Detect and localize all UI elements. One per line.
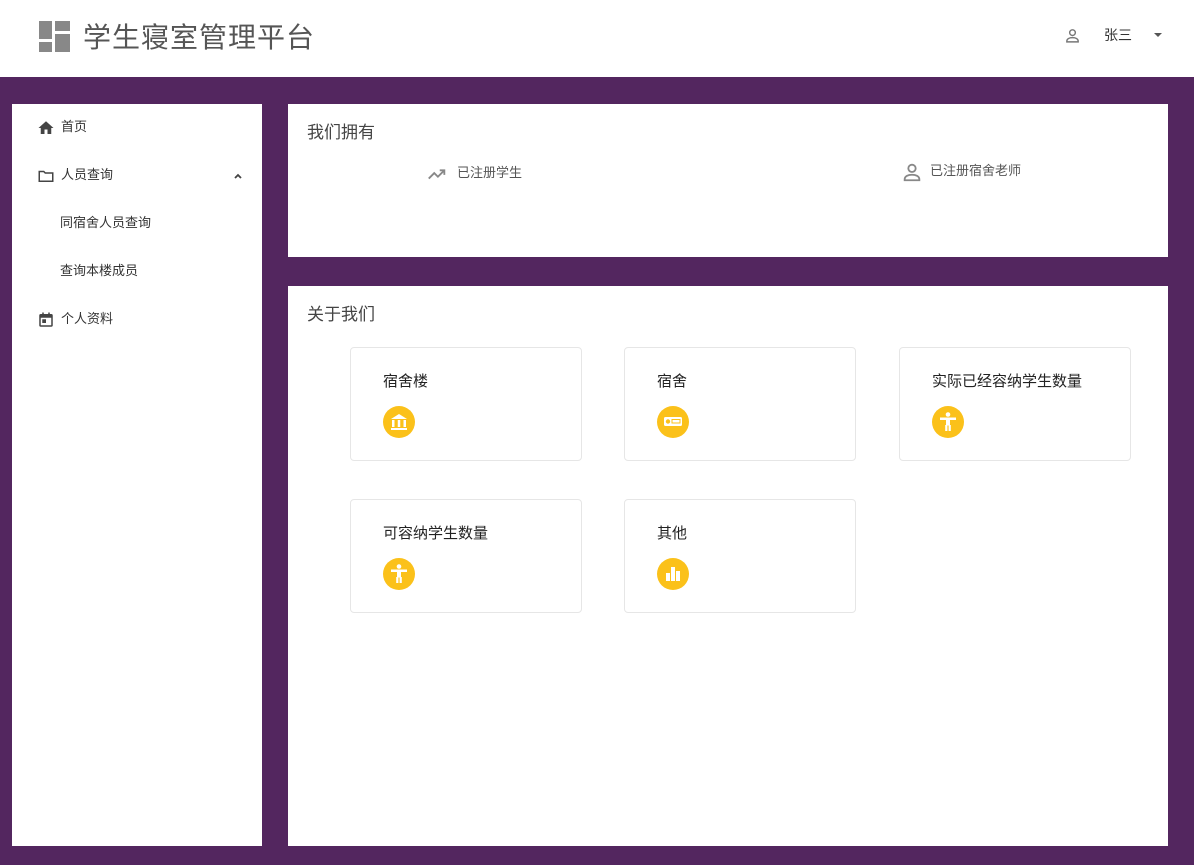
dashboard-logo-icon <box>39 21 70 52</box>
user-icon[interactable] <box>1064 27 1081 44</box>
sidebar-item-people-query[interactable]: 人员查询 <box>12 152 262 200</box>
sidebar-item-home[interactable]: 首页 <box>12 104 262 152</box>
card-dorm-building[interactable]: 宿舍楼 <box>350 347 582 461</box>
card-title: 宿舍 <box>657 372 688 390</box>
user-name[interactable]: 张三 <box>1104 27 1132 45</box>
calendar-icon <box>39 312 53 327</box>
caret-down-icon[interactable] <box>1153 31 1163 39</box>
card-title: 宿舍楼 <box>383 372 429 390</box>
stat-registered-students: 已注册学生 <box>426 163 546 185</box>
sidebar-item-label: 人员查询 <box>61 168 114 183</box>
sidebar-item-label: 个人资料 <box>61 312 114 327</box>
stat-label: 已注册学生 <box>457 166 523 181</box>
bank-icon <box>383 406 415 438</box>
stat-registered-teachers: 已注册宿舍老师 <box>901 161 1041 183</box>
accessibility-icon <box>383 558 415 590</box>
sidebar-item-label: 同宿舍人员查询 <box>60 216 152 231</box>
sidebar-item-label: 首页 <box>61 120 88 135</box>
accessibility-icon <box>932 406 964 438</box>
app-title: 学生寝室管理平台 <box>83 21 316 54</box>
chevron-up-icon[interactable] <box>232 170 244 182</box>
about-panel: 关于我们 宿舍楼 宿舍 实际已经容纳学生数量 可容纳学生数量 其他 <box>288 286 1168 846</box>
card-actual-capacity[interactable]: 实际已经容纳学生数量 <box>899 347 1131 461</box>
home-icon <box>38 121 54 134</box>
card-title: 实际已经容纳学生数量 <box>932 372 1083 390</box>
bed-icon <box>657 406 689 438</box>
bar-chart-icon <box>657 558 689 590</box>
stat-label: 已注册宿舍老师 <box>930 164 1022 179</box>
trending-up-icon <box>428 169 446 180</box>
card-title: 其他 <box>657 524 688 542</box>
about-panel-title: 关于我们 <box>307 305 375 325</box>
sidebar-item-profile[interactable]: 个人资料 <box>12 296 262 344</box>
card-other[interactable]: 其他 <box>624 499 856 613</box>
sidebar-item-label: 查询本楼成员 <box>60 264 139 279</box>
card-dorm[interactable]: 宿舍 <box>624 347 856 461</box>
card-title: 可容纳学生数量 <box>383 524 489 542</box>
stats-panel: 我们拥有 已注册学生 已注册宿舍老师 <box>288 104 1168 257</box>
sidebar-item-building-members[interactable]: 查询本楼成员 <box>12 248 262 296</box>
sidebar-item-roommates[interactable]: 同宿舍人员查询 <box>12 200 262 248</box>
stats-panel-title: 我们拥有 <box>307 123 375 143</box>
person-icon <box>903 163 921 182</box>
card-capacity[interactable]: 可容纳学生数量 <box>350 499 582 613</box>
sidebar: 首页 人员查询 同宿舍人员查询 查询本楼成员 个人资料 <box>12 104 262 846</box>
top-bar: 学生寝室管理平台 张三 <box>0 0 1194 77</box>
folder-icon <box>38 170 54 182</box>
